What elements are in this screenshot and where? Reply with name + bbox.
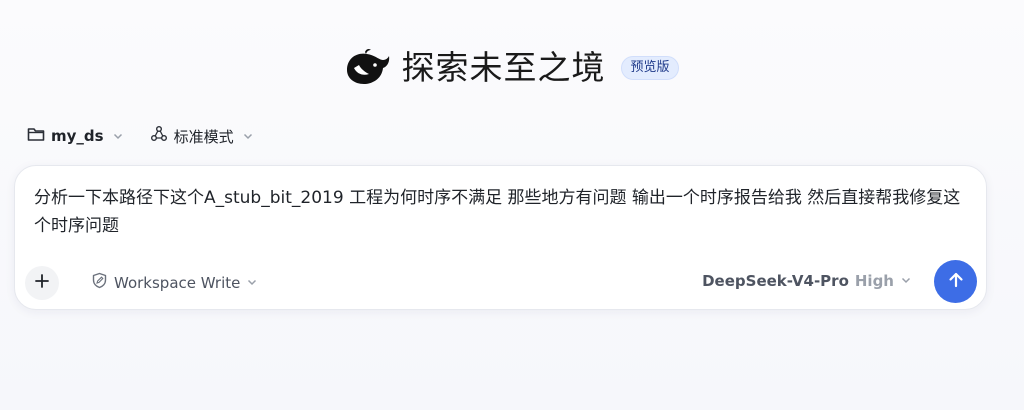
mode-selector[interactable]: 标准模式 bbox=[150, 125, 254, 147]
chevron-down-icon bbox=[112, 130, 124, 142]
whale-logo-icon bbox=[345, 48, 391, 88]
app-page: 探索未至之境 预览版 my_ds 标准模式 分析一下本路径下这个A_stub_b… bbox=[0, 0, 1024, 410]
page-title: 探索未至之境 bbox=[401, 48, 606, 87]
folder-icon bbox=[27, 126, 45, 146]
workspace-selector[interactable]: my_ds bbox=[27, 126, 124, 146]
permission-label: Workspace Write bbox=[114, 273, 241, 292]
send-button[interactable] bbox=[934, 260, 977, 303]
plus-icon bbox=[34, 273, 50, 293]
nodes-icon bbox=[150, 125, 168, 147]
selector-row: my_ds 标准模式 bbox=[27, 125, 254, 147]
chevron-down-icon bbox=[900, 272, 912, 290]
effort-level: High bbox=[854, 272, 894, 290]
mode-label: 标准模式 bbox=[173, 127, 234, 146]
permission-selector[interactable]: Workspace Write bbox=[91, 272, 258, 293]
shield-edit-icon bbox=[91, 272, 108, 293]
preview-badge: 预览版 bbox=[621, 56, 679, 80]
arrow-up-icon bbox=[946, 270, 966, 294]
chevron-down-icon bbox=[242, 130, 254, 142]
prompt-composer: 分析一下本路径下这个A_stub_bit_2019 工程为何时序不满足 那些地方… bbox=[14, 165, 987, 310]
add-attachment-button[interactable] bbox=[25, 266, 59, 300]
hero-header: 探索未至之境 预览版 bbox=[0, 48, 1024, 88]
model-name: DeepSeek-V4-Pro bbox=[702, 272, 849, 290]
chevron-down-icon bbox=[246, 274, 258, 292]
model-selector[interactable]: DeepSeek-V4-Pro High bbox=[702, 272, 912, 290]
prompt-input[interactable]: 分析一下本路径下这个A_stub_bit_2019 工程为何时序不满足 那些地方… bbox=[34, 184, 974, 240]
workspace-label: my_ds bbox=[51, 127, 104, 145]
